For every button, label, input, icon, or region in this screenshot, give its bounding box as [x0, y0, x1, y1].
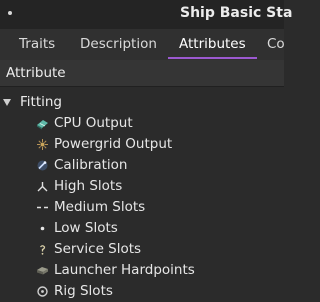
powergrid-icon	[37, 139, 48, 150]
tree-item-medium-slots[interactable]: Medium Slots	[0, 197, 284, 218]
tab-attributes[interactable]: Attributes	[168, 29, 257, 59]
window-title: Ship Basic Sta	[180, 5, 293, 21]
tree-item-high-slots[interactable]: High Slots	[0, 176, 284, 197]
launcher-icon	[37, 267, 48, 275]
tab-co[interactable]: Co	[267, 29, 285, 58]
expand-arrow-icon[interactable]	[3, 99, 11, 106]
item-label: Service Slots	[54, 241, 142, 257]
medium-slot-icon	[37, 206, 48, 209]
service-slot-icon	[39, 245, 46, 255]
attribute-column-header[interactable]: Attribute	[0, 60, 284, 87]
rig-slot-icon	[37, 286, 48, 297]
tree-item-launcher-hardpoints[interactable]: Launcher Hardpoints	[0, 260, 284, 281]
item-label: Rig Slots	[54, 283, 113, 299]
tree-item-powergrid-output[interactable]: Powergrid Output	[0, 134, 284, 155]
tab-bar: Traits Description Attributes Co	[0, 29, 285, 61]
calibration-icon	[37, 160, 48, 171]
tree-item-rig-slots[interactable]: Rig Slots	[0, 281, 284, 302]
item-label: Medium Slots	[54, 199, 146, 215]
tree-item-cpu-output[interactable]: CPU Output	[0, 113, 284, 134]
tree-item-calibration[interactable]: Calibration	[0, 155, 284, 176]
item-label: Calibration	[54, 157, 128, 173]
tree-item-service-slots[interactable]: Service Slots	[0, 239, 284, 260]
tab-description[interactable]: Description	[80, 29, 157, 58]
window-titlebar: Ship Basic Sta	[0, 0, 292, 29]
tree-group-fitting[interactable]: Fitting	[0, 92, 284, 113]
column-header-label: Attribute	[6, 65, 66, 81]
item-label: Powergrid Output	[54, 136, 173, 152]
cpu-icon	[37, 120, 48, 130]
item-label: CPU Output	[54, 115, 133, 131]
item-label: High Slots	[54, 178, 123, 194]
tree-item-low-slots[interactable]: Low Slots	[0, 218, 284, 239]
window-menu-icon[interactable]	[8, 11, 12, 15]
item-label: Launcher Hardpoints	[54, 262, 195, 278]
item-label: Low Slots	[54, 220, 118, 236]
tab-traits[interactable]: Traits	[19, 29, 55, 58]
group-label: Fitting	[20, 94, 62, 110]
low-slot-icon	[40, 226, 45, 231]
high-slot-icon	[37, 182, 48, 192]
